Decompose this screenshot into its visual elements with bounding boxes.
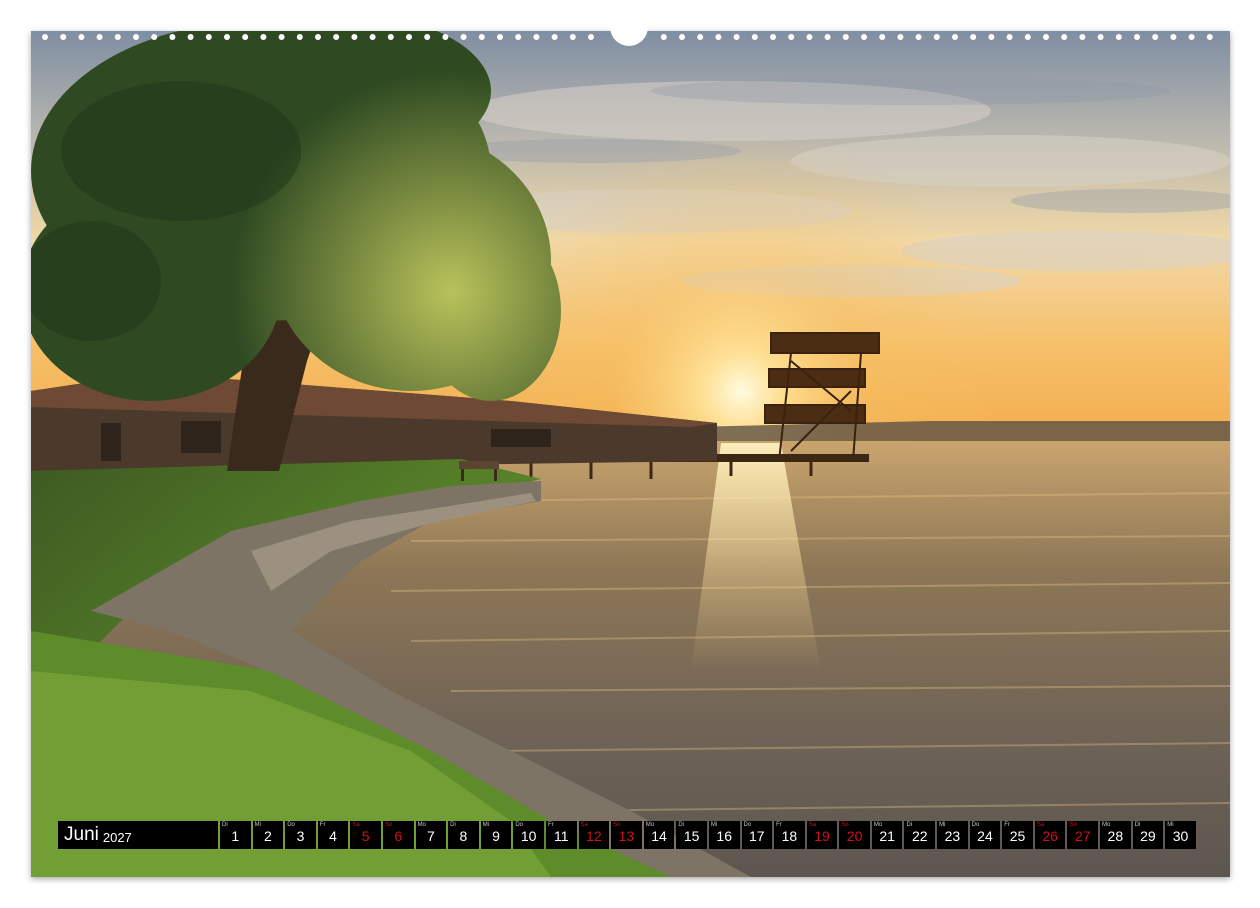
day-cell: Di 8 <box>448 821 479 849</box>
day-cell: Di 29 <box>1132 821 1164 849</box>
day-number: 8 <box>459 828 468 844</box>
day-number: 18 <box>781 828 798 844</box>
day-cell: Mo 28 <box>1100 821 1131 849</box>
day-number: 12 <box>586 828 602 844</box>
day-cell: Fr 18 <box>774 821 805 849</box>
day-number: 1 <box>231 828 240 844</box>
day-cell: Do 24 <box>969 821 1001 849</box>
day-number: 7 <box>426 828 435 844</box>
day-cell: Mi 9 <box>480 821 512 849</box>
day-number: 6 <box>394 828 403 844</box>
day-number: 4 <box>329 828 337 844</box>
day-cell: Mi 30 <box>1165 821 1196 849</box>
month-label: Juni 2027 <box>58 821 218 849</box>
day-cell: Mi 23 <box>937 821 968 849</box>
day-number: 5 <box>361 828 370 844</box>
day-cell: Di 1 <box>220 821 251 849</box>
day-cell: Fr 4 <box>317 821 349 849</box>
day-number: 29 <box>1140 828 1156 844</box>
day-cell: Mo 7 <box>415 821 447 849</box>
day-number: 16 <box>716 828 732 844</box>
day-number: 2 <box>263 828 272 844</box>
day-cell: Do 10 <box>513 821 544 849</box>
day-number: 15 <box>683 828 700 844</box>
day-cell: Mi 2 <box>252 821 284 849</box>
day-cell: Di 15 <box>676 821 707 849</box>
lake-sunset-photo <box>31 31 1230 877</box>
day-number: 28 <box>1107 828 1124 844</box>
day-cell: Di 22 <box>904 821 936 849</box>
day-cell: Do 3 <box>285 821 316 849</box>
day-number: 13 <box>618 828 635 844</box>
day-cell: Sa 19 <box>806 821 838 849</box>
day-cell: Sa 5 <box>350 821 381 849</box>
day-number: 27 <box>1074 828 1091 844</box>
day-cell: So 27 <box>1067 821 1099 849</box>
calendar-strip: Juni 2027 Di 1 Mi 2 Do 3 Fr 4 Sa 5 So 6 Mo 7 Di 8 Mi 9 Do 1… <box>58 821 1198 849</box>
day-number: 17 <box>749 828 765 844</box>
day-cell: So 13 <box>611 821 642 849</box>
day-cell: Sa 12 <box>578 821 610 849</box>
day-cell: Do 17 <box>741 821 773 849</box>
day-number: 30 <box>1172 828 1189 844</box>
day-cell: Sa 26 <box>1034 821 1066 849</box>
month-name: Juni <box>64 824 99 845</box>
day-cell: Mi 16 <box>708 821 740 849</box>
day-number: 26 <box>1042 828 1058 844</box>
day-number: 24 <box>977 828 993 844</box>
day-number: 21 <box>879 828 895 844</box>
day-cells: Di 1 Mi 2 Do 3 Fr 4 Sa 5 So 6 Mo 7 Di 8 Mi 9 Do 10 Fr 11 Sa 12 S… <box>220 821 1198 849</box>
day-cell: Fr 11 <box>545 821 577 849</box>
day-number: 25 <box>1009 828 1026 844</box>
day-number: 20 <box>846 828 863 844</box>
calendar-page: Juni 2027 Di 1 Mi 2 Do 3 Fr 4 Sa 5 So 6 Mo 7 Di 8 Mi 9 Do 1… <box>0 0 1260 908</box>
day-number: 11 <box>553 828 569 844</box>
day-number: 19 <box>814 828 830 844</box>
day-cell: Fr 25 <box>1002 821 1033 849</box>
month-year: 2027 <box>102 829 132 845</box>
day-cell: Mo 21 <box>871 821 903 849</box>
day-number: 23 <box>944 828 961 844</box>
day-number: 9 <box>492 828 500 844</box>
day-number: 3 <box>296 828 305 844</box>
day-cell: Mo 14 <box>643 821 675 849</box>
day-cell: So 6 <box>382 821 414 849</box>
day-number: 22 <box>911 828 928 844</box>
day-cell: So 20 <box>839 821 870 849</box>
day-number: 14 <box>651 828 667 844</box>
day-number: 10 <box>520 828 537 844</box>
